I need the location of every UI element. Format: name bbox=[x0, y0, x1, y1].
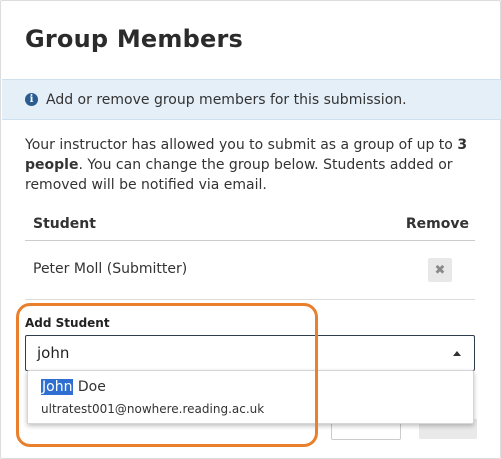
caret-up-icon[interactable] bbox=[453, 351, 461, 356]
dialog-title: Group Members bbox=[25, 25, 243, 53]
add-student-value: john bbox=[37, 344, 70, 362]
table-row: Peter Moll (Submitter) ✖ bbox=[25, 241, 475, 300]
info-text: Add or remove group members for this sub… bbox=[46, 91, 407, 108]
column-remove: Remove bbox=[405, 216, 469, 232]
members-table-header: Student Remove bbox=[25, 210, 475, 241]
add-student-label: Add Student bbox=[25, 316, 110, 330]
info-icon: i bbox=[25, 93, 38, 106]
add-student-input[interactable]: john bbox=[25, 335, 475, 371]
column-student: Student bbox=[33, 216, 96, 232]
list-item[interactable]: John Doe bbox=[41, 379, 106, 395]
group-description: Your instructor has allowed you to submi… bbox=[25, 137, 468, 193]
member-name: Peter Moll (Submitter) bbox=[33, 261, 188, 277]
student-suggestion-list: John Doe ultratest001@nowhere.reading.ac… bbox=[27, 370, 474, 424]
group-members-dialog: Group Members i Add or remove group memb… bbox=[0, 0, 501, 459]
remove-member-button[interactable]: ✖ bbox=[428, 258, 452, 282]
match-highlight: John bbox=[41, 379, 74, 395]
close-icon: ✖ bbox=[434, 262, 446, 278]
info-banner: i Add or remove group members for this s… bbox=[2, 79, 501, 120]
suggestion-email: ultratest001@nowhere.reading.ac.uk bbox=[41, 402, 265, 416]
